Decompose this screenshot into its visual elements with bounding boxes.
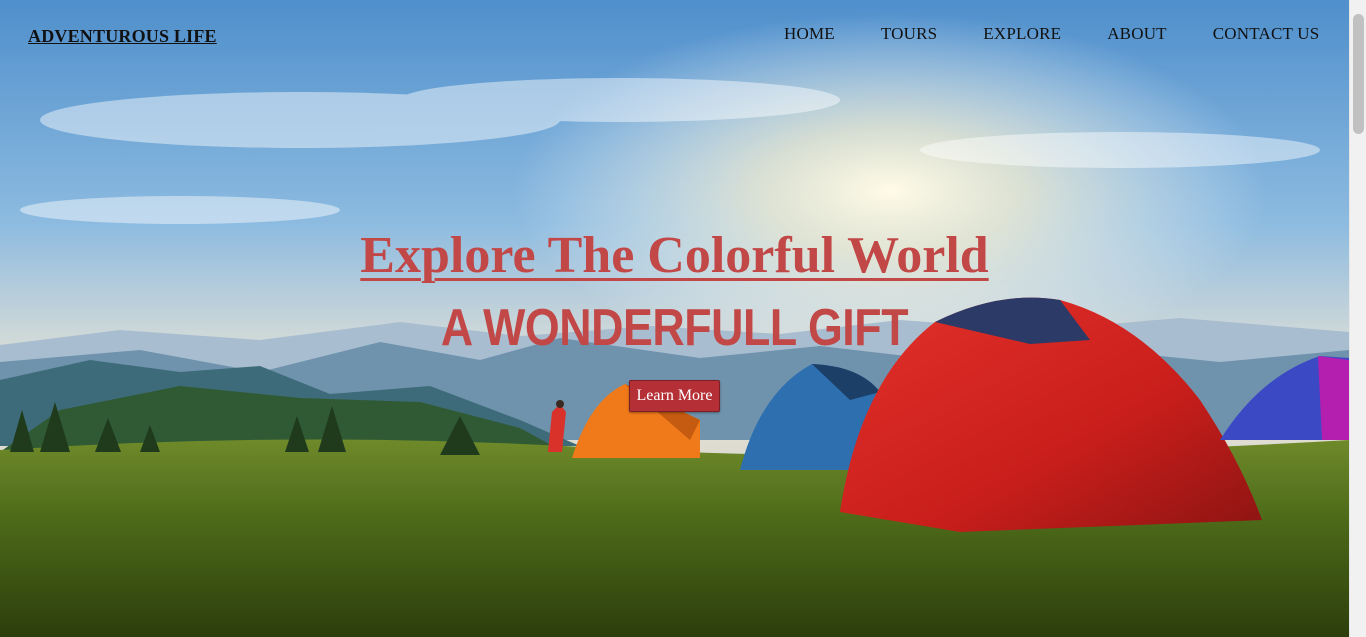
nav-item-contact-us[interactable]: CONTACT US bbox=[1213, 24, 1320, 44]
scrollbar-thumb[interactable] bbox=[1353, 14, 1364, 134]
page-scrollbar[interactable] bbox=[1349, 0, 1366, 637]
learn-more-button[interactable]: Learn More bbox=[629, 380, 720, 412]
brand-logo-link[interactable]: ADVENTUROUS LIFE bbox=[28, 26, 217, 47]
hero-subheadline: A WONDERFULL GIFT bbox=[440, 299, 909, 357]
hero-headline: Explore The Colorful World bbox=[360, 227, 989, 284]
main-nav: HOME TOURS EXPLORE ABOUT CONTACT US bbox=[784, 24, 1319, 44]
nav-item-about[interactable]: ABOUT bbox=[1107, 24, 1167, 44]
nav-item-tours[interactable]: TOURS bbox=[881, 24, 937, 44]
nav-item-explore[interactable]: EXPLORE bbox=[983, 24, 1061, 44]
nav-item-home[interactable]: HOME bbox=[784, 24, 835, 44]
